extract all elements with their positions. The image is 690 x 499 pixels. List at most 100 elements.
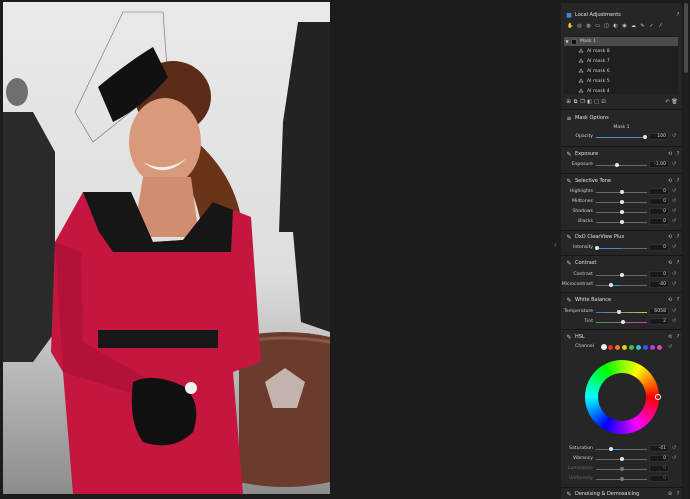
slider-track[interactable] <box>596 285 647 286</box>
pipette-icon[interactable]: ⁄ <box>657 23 664 30</box>
reset-icon[interactable]: ↺ <box>672 271 676 277</box>
channel-swatch[interactable] <box>622 345 627 350</box>
help-icon[interactable]: ? <box>674 234 682 240</box>
intensity-value[interactable]: 0 <box>649 244 669 251</box>
hsl-header[interactable]: ✎ HSL ⟲ ? <box>561 332 682 342</box>
copy-mask-icon[interactable]: ❐ <box>579 99 586 106</box>
slider-knob[interactable] <box>595 246 600 250</box>
reset-section-icon[interactable]: ⟲ <box>666 260 674 266</box>
contrast-slider[interactable]: Contrast 0 ↺ <box>561 271 682 280</box>
mask-row-ai-mask-8[interactable]: ⁂ AI mask 8 <box>564 47 678 56</box>
clearview-header[interactable]: ✎ DxO ClearView Plus ⟲ ? <box>561 232 682 242</box>
help-icon[interactable]: ? <box>674 297 682 303</box>
control-line-icon[interactable]: ◐ <box>612 23 619 30</box>
color-wheel-handle[interactable] <box>655 394 661 400</box>
help-icon[interactable]: ? <box>674 12 682 18</box>
highlights-value[interactable]: 0 <box>649 188 669 195</box>
undo-icon[interactable]: ↶ <box>664 99 671 106</box>
reset-icon[interactable]: ↺ <box>672 455 676 461</box>
opacity-slider[interactable]: Opacity 100 ↺ <box>561 133 682 142</box>
reset-icon[interactable]: ↺ <box>672 318 676 324</box>
scrollbar-thumb[interactable] <box>684 3 688 73</box>
denoising-header[interactable]: ✎ Denoising & Demosaicing ⊘ ? <box>561 489 682 499</box>
auto-mask-icon[interactable]: ◍ <box>585 23 592 30</box>
slider-knob[interactable] <box>619 190 624 194</box>
eye-off-icon[interactable]: ⊘ <box>666 491 674 497</box>
slider-knob[interactable] <box>609 447 614 451</box>
contrast-value[interactable]: 0 <box>649 271 669 278</box>
highlights-slider[interactable]: Highlights 0 ↺ <box>561 188 682 197</box>
help-icon[interactable]: ? <box>674 260 682 266</box>
duplicate-mask-icon[interactable]: ⧉ <box>572 99 579 106</box>
exposure-header[interactable]: ✎ Exposure ⟲ ? <box>561 149 682 159</box>
reset-section-icon[interactable]: ⟲ <box>666 334 674 340</box>
mask-row-mask-1[interactable]: ▼ Mask 1 <box>564 37 678 46</box>
help-icon[interactable]: ? <box>674 178 682 184</box>
eraser-icon[interactable]: ▭ <box>594 23 601 30</box>
photo-preview[interactable] <box>3 2 330 494</box>
shadows-value[interactable]: 0 <box>649 208 669 215</box>
saturation-slider[interactable]: Saturation -41 ↺ <box>561 445 682 454</box>
new-mask-icon[interactable]: ⊞ <box>565 99 572 106</box>
channel-swatch[interactable] <box>636 345 641 350</box>
blacks-slider[interactable]: Blacks 0 ↺ <box>561 218 682 227</box>
sky-mask-icon[interactable]: ☁ <box>630 23 637 30</box>
midtones-value[interactable]: 0 <box>649 198 669 205</box>
slider-knob[interactable] <box>619 457 624 461</box>
trash-icon[interactable]: 🗑 <box>671 99 678 106</box>
ai-mask-icon[interactable]: ◉ <box>621 23 628 30</box>
slider-knob[interactable] <box>609 283 614 287</box>
tint-value[interactable]: 2 <box>649 318 669 325</box>
mask-options-header[interactable]: ≡ Mask Options <box>561 113 682 123</box>
intensity-slider[interactable]: Intensity 0 ↺ <box>561 244 682 253</box>
channel-swatch[interactable] <box>615 345 620 350</box>
microcontrast-value[interactable]: -40 <box>649 281 669 288</box>
reset-icon[interactable]: ↺ <box>668 344 672 350</box>
selective-tone-header[interactable]: ✎ Selective Tone ⟲ ? <box>561 176 682 186</box>
channel-swatch[interactable] <box>657 345 662 350</box>
slider-knob[interactable] <box>619 273 624 277</box>
panel-scrollbar[interactable] <box>684 3 688 499</box>
mask-row-ai-mask-6[interactable]: ⁂ AI mask 6 <box>564 67 678 76</box>
channel-swatch[interactable] <box>650 345 655 350</box>
white-balance-header[interactable]: ✎ White Balance ⟲ ? <box>561 295 682 305</box>
reset-icon[interactable]: ↺ <box>672 244 676 250</box>
channel-swatch[interactable] <box>629 345 634 350</box>
expand-caret-icon[interactable]: ▼ <box>564 39 570 44</box>
channel-swatch[interactable] <box>601 344 607 350</box>
reset-icon[interactable]: ↺ <box>672 133 676 139</box>
reset-icon[interactable]: ↺ <box>672 161 676 167</box>
help-icon[interactable]: ? <box>674 491 682 497</box>
slider-knob[interactable] <box>615 163 620 167</box>
reset-icon[interactable]: ↺ <box>672 208 676 214</box>
reset-icon[interactable]: ↺ <box>672 445 676 451</box>
reset-section-icon[interactable]: ⟲ <box>666 297 674 303</box>
reset-icon[interactable]: ↺ <box>672 198 676 204</box>
graduated-filter-icon[interactable]: ◫ <box>603 23 610 30</box>
mask-row-ai-mask-5[interactable]: ⁂ AI mask 5 <box>564 77 678 86</box>
vibrancy-slider[interactable]: Vibrancy 0 ↺ <box>561 455 682 464</box>
help-icon[interactable]: ? <box>674 151 682 157</box>
reset-section-icon[interactable]: ⟲ <box>666 234 674 240</box>
slider-knob[interactable] <box>619 220 624 224</box>
brush-icon[interactable]: ✎ <box>639 23 646 30</box>
check-icon[interactable]: ✓ <box>648 23 655 30</box>
channel-swatch[interactable] <box>643 345 648 350</box>
opacity-value[interactable]: 100 <box>649 133 669 140</box>
slider-knob[interactable] <box>643 135 648 139</box>
exposure-slider[interactable]: Exposure -1.00 ↺ <box>561 161 682 170</box>
reset-icon[interactable]: ↺ <box>672 281 676 287</box>
mask-row-ai-mask-7[interactable]: ⁂ AI mask 7 <box>564 57 678 66</box>
show-mask-icon[interactable]: □ <box>593 99 600 106</box>
slider-knob[interactable] <box>619 210 624 214</box>
hsl-color-wheel[interactable] <box>585 360 661 434</box>
tint-slider[interactable]: Tint 2 ↺ <box>561 318 682 327</box>
hand-tool-icon[interactable]: ✋ <box>567 23 574 30</box>
channel-swatch[interactable] <box>608 345 613 350</box>
saturation-value[interactable]: -41 <box>649 445 669 452</box>
reset-icon[interactable]: ↺ <box>672 188 676 194</box>
slider-knob[interactable] <box>619 200 624 204</box>
reset-section-icon[interactable]: ⟲ <box>666 178 674 184</box>
slider-knob[interactable] <box>620 320 625 324</box>
vibrancy-value[interactable]: 0 <box>649 455 669 462</box>
